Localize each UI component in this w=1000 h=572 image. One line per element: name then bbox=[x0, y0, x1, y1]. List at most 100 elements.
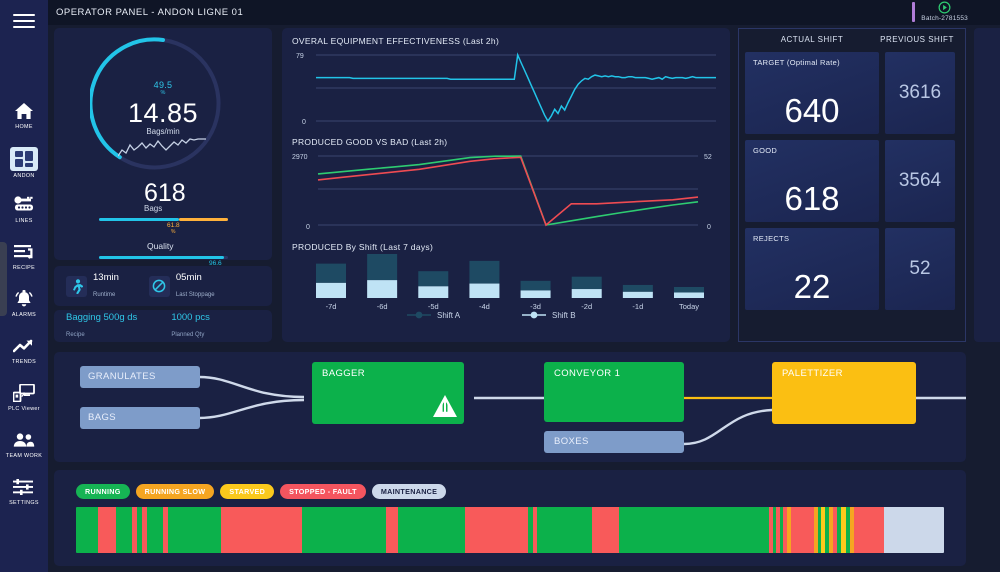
oee-y-min-label: 0 bbox=[302, 119, 306, 126]
legend-pill-stopped-fault[interactable]: STOPPED - FAULT bbox=[280, 484, 366, 499]
gvb-left-min-label: 0 bbox=[306, 224, 310, 231]
timeline-segment[interactable] bbox=[386, 507, 397, 553]
bar-category-label: -4d bbox=[479, 302, 490, 311]
bar-segment-shift-a bbox=[623, 285, 653, 292]
shift-kpi-panel: ACTUAL SHIFT PREVIOUS SHIFT TARGET (Opti… bbox=[738, 28, 966, 342]
kpi-target-value: 640 bbox=[745, 94, 879, 128]
legend-pill-running[interactable]: RUNNING bbox=[76, 484, 130, 499]
legend-pill-running-slow[interactable]: RUNNING SLOW bbox=[136, 484, 215, 499]
planned-qty-value: 1000 pcs bbox=[171, 312, 210, 323]
rate-gauge-panel: 49.5 % 14.85 Bags/min 618 Bags 61.8 % Qu… bbox=[54, 28, 272, 260]
sidebar-scrollbar[interactable] bbox=[0, 242, 7, 316]
sidebar-item-plc-viewer[interactable]: PLC Viewer bbox=[0, 378, 48, 425]
kpi-previous-shift-header: PREVIOUS SHIFT bbox=[879, 35, 955, 44]
timeline-segment[interactable] bbox=[168, 507, 221, 553]
legend-pill-maintenance[interactable]: MAINTENANCE bbox=[372, 484, 446, 499]
quality-progress-fill bbox=[99, 256, 224, 259]
gauge-main-value: 14.85 bbox=[54, 98, 272, 129]
gvb-left-max-label: 2970 bbox=[292, 154, 308, 161]
bag-count-block: 618 Bags bbox=[144, 180, 294, 213]
batch-label: Batch-2781553 bbox=[921, 15, 968, 22]
sidebar-item-label: PLC Viewer bbox=[8, 406, 40, 413]
timeline-segment[interactable] bbox=[98, 507, 117, 553]
top-bar: OPERATOR PANEL - ANDON LIGNE 01 Batch-27… bbox=[48, 0, 1000, 25]
recipe-value: Bagging 500g ds bbox=[66, 312, 137, 323]
timeline-segment[interactable] bbox=[398, 507, 466, 553]
flow-node-granulates-label: GRANULATES bbox=[88, 371, 156, 382]
bar-segment-shift-a bbox=[572, 277, 602, 289]
sidebar-item-trends[interactable]: TRENDS bbox=[0, 331, 48, 378]
sidebar-item-home[interactable]: HOME bbox=[0, 96, 48, 143]
timeline-segment[interactable] bbox=[791, 507, 814, 553]
status-timeline-bar[interactable] bbox=[76, 507, 944, 553]
process-flow-panel: GRANULATES BAGS BAGGER CONVEYOR 1 BOXES … bbox=[54, 352, 966, 462]
timeline-segment[interactable] bbox=[592, 507, 618, 553]
legend-marker bbox=[531, 312, 538, 319]
timeline-segment[interactable] bbox=[854, 507, 884, 553]
kpi-target-caption: TARGET (Optimal Rate) bbox=[753, 58, 840, 67]
timeline-segment[interactable] bbox=[537, 507, 593, 553]
quality-label: Quality bbox=[147, 241, 173, 251]
play-circle-icon bbox=[938, 1, 951, 14]
trend-arrow-icon bbox=[12, 335, 36, 357]
sidebar-item-lines[interactable]: LINES bbox=[0, 190, 48, 237]
sidebar-navigation: HOME ANDON bbox=[0, 0, 48, 572]
timeline-segment[interactable] bbox=[465, 507, 528, 553]
people-icon bbox=[12, 429, 36, 451]
timeline-segment[interactable] bbox=[147, 507, 164, 553]
bar-segment-shift-a bbox=[674, 287, 704, 293]
sidebar-item-recipe[interactable]: RECIPE bbox=[0, 237, 48, 284]
kpi-row-good: GOOD 618 3564 bbox=[745, 140, 959, 222]
legend-label: Shift B bbox=[552, 311, 576, 320]
kpi-actual-shift-header: ACTUAL SHIFT bbox=[745, 35, 879, 44]
flow-node-palettizer-label: PALETTIZER bbox=[782, 368, 843, 379]
bar-category-label: -2d bbox=[581, 302, 592, 311]
sidebar-item-alarms[interactable]: ALARMS bbox=[0, 284, 48, 331]
legend-pill-starved[interactable]: STARVED bbox=[220, 484, 274, 499]
sidebar-item-label: ANDON bbox=[13, 173, 34, 180]
bag-count-value: 618 bbox=[144, 180, 294, 206]
flow-node-boxes-label: BOXES bbox=[554, 436, 589, 447]
sidebar-item-settings[interactable]: SETTINGS bbox=[0, 472, 48, 519]
timeline-segment[interactable] bbox=[884, 507, 943, 553]
sidebar-item-andon[interactable]: ANDON bbox=[0, 143, 48, 190]
no-entry-icon bbox=[149, 276, 170, 297]
kpi-header-row: ACTUAL SHIFT PREVIOUS SHIFT bbox=[745, 35, 959, 44]
oee-chart-title: OVERAL EQUIPMENT EFFECTIVENESS (Last 2h) bbox=[292, 36, 720, 46]
batch-indicator[interactable]: Batch-2781553 bbox=[912, 1, 968, 22]
bag-progress-track bbox=[99, 218, 228, 221]
last-stoppage-value: 05min bbox=[176, 272, 215, 283]
sidebar-item-team-work[interactable]: TEAM WORK bbox=[0, 425, 48, 472]
timeline-segment[interactable] bbox=[116, 507, 131, 553]
kpi-rejects-card: REJECTS 22 bbox=[745, 228, 879, 310]
bar-segment-shift-b bbox=[572, 289, 602, 298]
sidebar-item-label: SETTINGS bbox=[9, 500, 39, 507]
runtime-caption: Runtime bbox=[93, 292, 115, 298]
bar-segment-shift-b bbox=[316, 283, 346, 298]
timeline-segment[interactable] bbox=[76, 507, 98, 553]
recipe-caption: Recipe bbox=[66, 332, 85, 338]
kpi-target-previous-value: 3616 bbox=[899, 82, 941, 104]
timeline-segment[interactable] bbox=[619, 507, 770, 553]
sidebar-item-label: TRENDS bbox=[12, 359, 36, 366]
timeline-segment[interactable] bbox=[221, 507, 302, 553]
page-title: OPERATOR PANEL - ANDON LIGNE 01 bbox=[56, 7, 243, 18]
bell-icon bbox=[12, 288, 36, 310]
hamburger-menu-icon[interactable] bbox=[0, 8, 48, 34]
batch-accent-bar bbox=[912, 2, 915, 22]
oee-y-max-label: 79 bbox=[296, 53, 304, 60]
bar-category-label: -7d bbox=[326, 302, 337, 311]
bar-segment-shift-b bbox=[623, 292, 653, 298]
bag-progress-remainder bbox=[179, 218, 228, 221]
bar-segment-shift-b bbox=[418, 286, 448, 298]
kpi-good-caption: GOOD bbox=[753, 146, 777, 155]
sidebar-item-label: TEAM WORK bbox=[6, 453, 42, 460]
warning-triangle-icon bbox=[432, 394, 458, 418]
timeline-segment[interactable] bbox=[302, 507, 387, 553]
bar-segment-shift-b bbox=[674, 293, 704, 299]
runtime-status-panel: 13min Runtime 05min Last Stoppage bbox=[54, 266, 272, 306]
bar-segment-shift-a bbox=[521, 281, 551, 291]
bar-segment-shift-b bbox=[367, 280, 397, 298]
last-stoppage-caption: Last Stoppage bbox=[176, 292, 215, 298]
kpi-rejects-caption: REJECTS bbox=[753, 234, 789, 243]
